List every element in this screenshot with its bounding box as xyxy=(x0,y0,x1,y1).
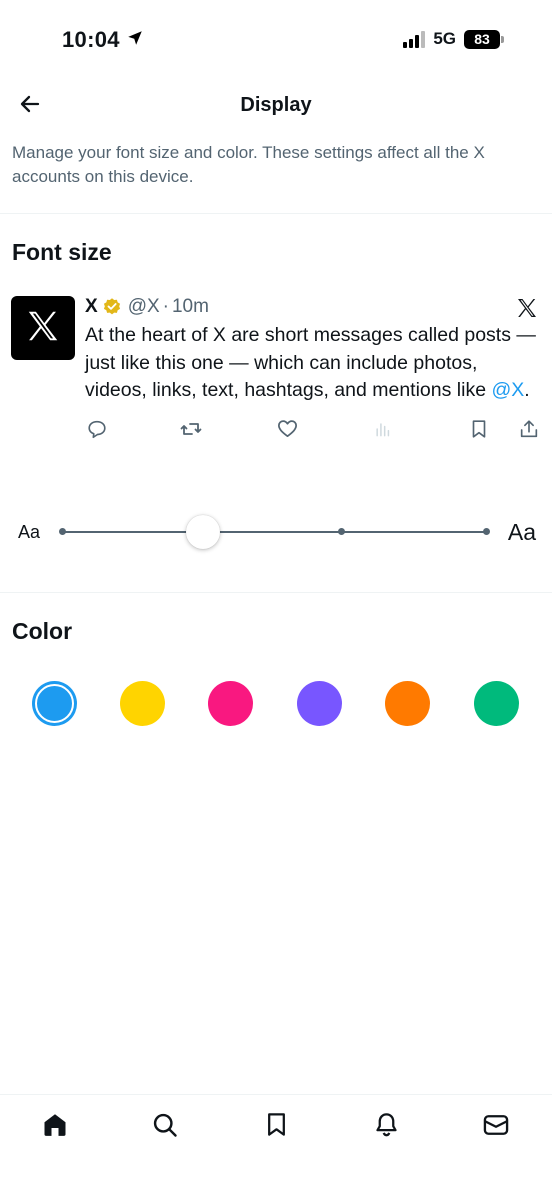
slider-tick[interactable] xyxy=(59,528,66,535)
status-bar: 10:04 5G 83 xyxy=(0,0,552,80)
tab-bar xyxy=(0,1094,552,1199)
views-icon xyxy=(371,417,395,441)
slider-tick[interactable] xyxy=(338,528,345,535)
home-icon xyxy=(41,1111,69,1144)
post-separator: · xyxy=(162,296,169,317)
verified-badge-icon xyxy=(102,297,122,317)
tab-search[interactable] xyxy=(150,1112,180,1142)
status-time: 10:04 xyxy=(62,27,120,52)
slider-track[interactable] xyxy=(62,531,488,533)
color-swatch-purple[interactable] xyxy=(297,681,342,726)
post-author-name: X xyxy=(85,296,98,317)
share-icon xyxy=(517,417,541,441)
divider xyxy=(0,213,552,214)
avatar xyxy=(11,296,75,360)
slider-tick[interactable] xyxy=(483,528,490,535)
post-handle: @X xyxy=(127,296,160,317)
settings-description: Manage your font size and color. These s… xyxy=(12,143,485,186)
like-icon xyxy=(275,417,299,441)
color-swatch-green[interactable] xyxy=(474,681,519,726)
color-heading: Color xyxy=(12,618,73,644)
font-size-min-label: Aa xyxy=(18,522,41,542)
search-icon xyxy=(151,1111,179,1144)
post-body: X @X · 10m At the heart of X are short m… xyxy=(85,296,541,443)
post-actions xyxy=(85,417,541,443)
font-size-heading: Font size xyxy=(12,239,112,265)
tab-messages[interactable] xyxy=(481,1112,511,1142)
status-time-group: 10:04 xyxy=(62,27,144,53)
x-logo-icon xyxy=(24,307,62,350)
color-swatches xyxy=(0,681,552,727)
repost-icon xyxy=(179,417,203,441)
post-header: X @X · 10m xyxy=(85,296,541,318)
messages-icon xyxy=(482,1111,510,1144)
post-text-body: At the heart of X are short messages cal… xyxy=(85,324,536,401)
color-swatch-orange[interactable] xyxy=(385,681,430,726)
location-arrow-icon xyxy=(126,27,144,53)
nav-header: Display xyxy=(0,80,552,132)
bookmark-icon xyxy=(467,417,491,441)
tab-notifications[interactable] xyxy=(371,1112,401,1142)
battery-level: 83 xyxy=(474,31,490,47)
color-swatch-blue[interactable] xyxy=(32,681,77,726)
color-swatch-yellow[interactable] xyxy=(120,681,165,726)
divider xyxy=(0,592,552,593)
font-size-slider[interactable]: Aa Aa xyxy=(0,510,552,554)
status-indicators: 5G 83 xyxy=(403,29,504,49)
bookmark-icon xyxy=(263,1111,290,1143)
font-size-max-label: Aa xyxy=(507,519,536,545)
slider-thumb[interactable] xyxy=(185,515,220,549)
post-mention-link[interactable]: @X xyxy=(491,379,524,401)
color-swatch-pink[interactable] xyxy=(208,681,253,726)
tab-home[interactable] xyxy=(40,1112,70,1142)
post-text-end: . xyxy=(524,379,530,401)
tab-bookmarks[interactable] xyxy=(261,1112,291,1142)
battery-icon: 83 xyxy=(464,29,504,49)
network-type: 5G xyxy=(433,29,456,48)
notifications-icon xyxy=(373,1111,400,1143)
post-time: 10m xyxy=(171,296,209,317)
x-logo-icon xyxy=(515,296,539,326)
page-title: Display xyxy=(240,94,312,116)
reply-icon xyxy=(85,417,109,441)
signal-icon xyxy=(403,30,426,48)
post-text: At the heart of X are short messages cal… xyxy=(85,322,541,405)
